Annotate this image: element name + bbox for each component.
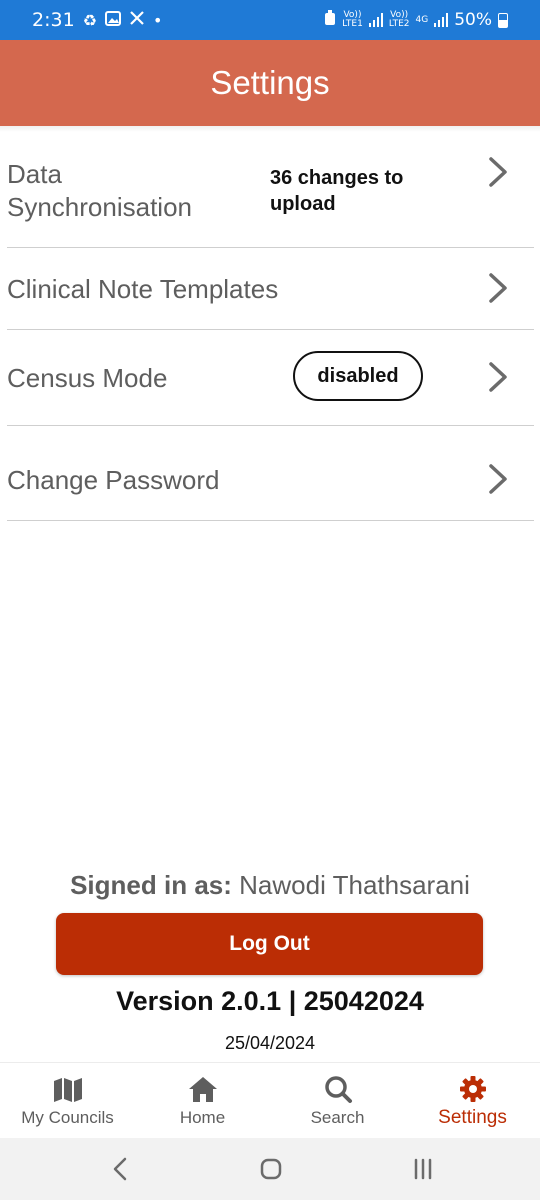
tab-home-label: Home (179, 1108, 226, 1127)
sim2-lte: LTE2 (388, 19, 410, 29)
header-shadow (0, 126, 540, 132)
logout-button[interactable]: Log Out (56, 913, 483, 975)
sim1-label: Vo)) LTE1 (342, 11, 363, 29)
dot-icon: • (153, 10, 163, 30)
data-sync-label: Data Synchronisation (7, 158, 192, 224)
network-type: 4G (415, 14, 429, 25)
build-date: 25/04/2024 (224, 1033, 316, 1053)
image-icon (105, 10, 122, 30)
map-icon (53, 1078, 82, 1102)
setting-row-census-mode[interactable]: Census Mode disabled (7, 330, 534, 426)
x-logo-icon (129, 10, 145, 30)
system-nav-bar (0, 1138, 540, 1200)
battery-icon (498, 12, 508, 28)
gear-icon (459, 1076, 486, 1102)
setting-row-clinical-templates[interactable]: Clinical Note Templates (7, 248, 534, 330)
tab-search-label: Search (310, 1108, 365, 1127)
chevron-right-icon (489, 362, 507, 392)
alarm-icon (324, 9, 336, 31)
bottom-tab-bar: My Councils Home Search Settings (0, 1062, 540, 1139)
signed-in-label: Signed in as: (70, 870, 232, 900)
data-sync-label-line2: Synchronisation (7, 192, 192, 222)
version-text: Version 2.0.1 | 25042024 (116, 986, 424, 1016)
census-mode-status-pill[interactable]: disabled (293, 351, 423, 401)
tab-search[interactable]: Search (270, 1063, 405, 1139)
back-icon[interactable] (106, 1155, 136, 1183)
home-nav-icon[interactable] (256, 1155, 286, 1183)
battery-percent: 50% (454, 10, 492, 30)
user-name: Nawodi Thathsarani (239, 870, 470, 900)
census-mode-label: Census Mode (7, 363, 168, 393)
setting-row-change-password[interactable]: Change Password (7, 426, 534, 521)
app-header: Settings (0, 40, 540, 126)
status-bar: 2:31 ♻ • Vo)) LTE1 Vo)) LTE2 4G 50% (0, 0, 540, 40)
signal-icon-sim1 (368, 13, 383, 27)
sync-status-line2: upload (270, 193, 336, 215)
chevron-right-icon (489, 273, 507, 303)
sync-status: 36 changes to upload (270, 165, 403, 217)
setting-row-data-sync[interactable]: Data Synchronisation 36 changes to uploa… (7, 152, 534, 248)
tab-settings-label: Settings (438, 1107, 507, 1128)
clinical-templates-label: Clinical Note Templates (7, 274, 279, 304)
home-icon (188, 1077, 217, 1102)
chevron-right-icon (489, 157, 507, 187)
status-time: 2:31 (32, 9, 75, 31)
tab-settings[interactable]: Settings (405, 1063, 540, 1139)
sync-icon: ♻ (82, 10, 98, 30)
status-bar-right: Vo)) LTE1 Vo)) LTE2 4G 50% (324, 9, 540, 31)
signal-icon-sim2 (434, 13, 449, 27)
sim2-label: Vo)) LTE2 (389, 11, 410, 29)
search-icon (324, 1076, 352, 1103)
signed-in-text: Signed in as: Nawodi Thathsarani (0, 870, 540, 901)
status-bar-left: 2:31 ♻ • (0, 9, 162, 31)
tab-my-councils[interactable]: My Councils (0, 1063, 135, 1139)
data-sync-label-line1: Data (7, 159, 62, 189)
sync-status-line1: 36 changes to (270, 167, 404, 189)
tab-my-councils-label: My Councils (21, 1108, 114, 1127)
chevron-right-icon (489, 464, 507, 494)
sim1-lte: LTE1 (342, 19, 363, 29)
logout-button-label: Log Out (229, 932, 310, 955)
recents-icon[interactable] (408, 1155, 438, 1183)
change-password-label: Change Password (7, 465, 220, 495)
page-title: Settings (210, 64, 330, 101)
tab-home[interactable]: Home (135, 1063, 270, 1139)
